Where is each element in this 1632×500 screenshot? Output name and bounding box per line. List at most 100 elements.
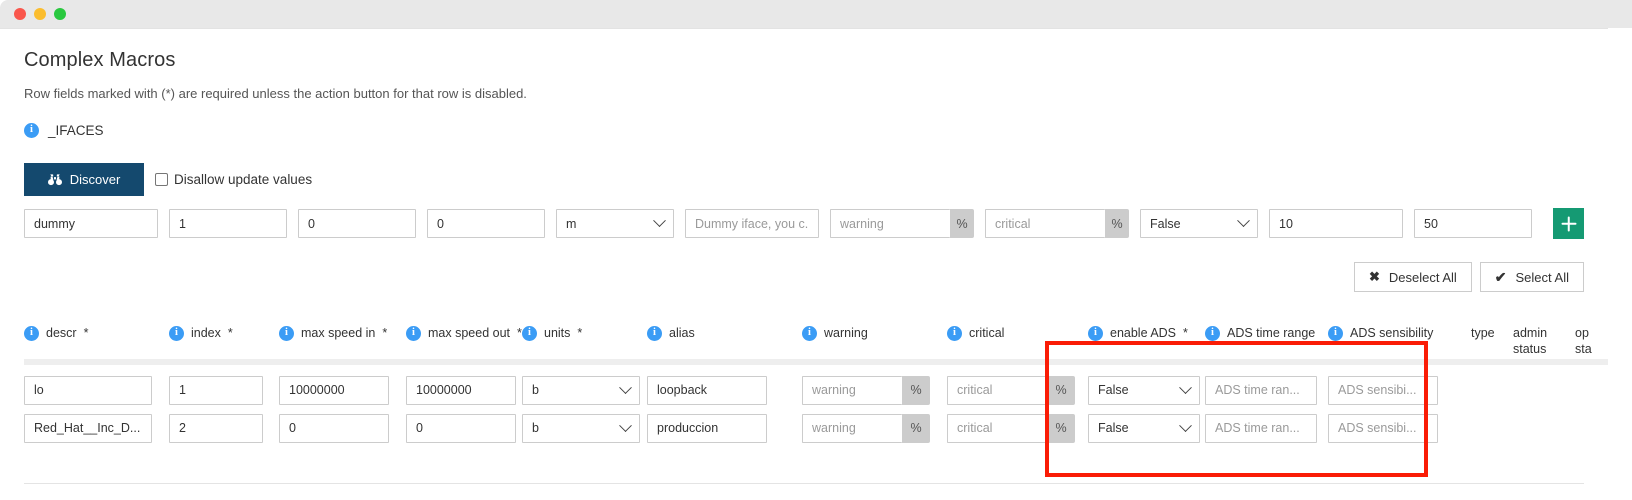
required-marker: * (227, 326, 233, 340)
column-label: type (1471, 326, 1495, 340)
row-units-select[interactable]: b (522, 413, 640, 443)
column-header-ads-sensibility: ADS sensibility (1328, 315, 1463, 341)
macro-name-row: _IFACES (24, 101, 1584, 138)
new-units-select[interactable]: m (556, 209, 674, 238)
info-icon[interactable] (647, 326, 662, 341)
row-ads-sensibility-input[interactable] (1328, 413, 1438, 443)
new-ads-sensibility-input[interactable] (1414, 209, 1532, 238)
info-icon[interactable] (522, 326, 537, 341)
chevron-down-icon (1237, 214, 1250, 228)
column-header-enable-ads: enable ADS * (1075, 315, 1205, 341)
column-header-units: units * (522, 315, 647, 341)
add-row-button[interactable] (1553, 208, 1584, 239)
info-icon[interactable] (24, 326, 39, 341)
column-label: critical (969, 326, 1005, 340)
column-header-critical: critical (947, 315, 1075, 341)
row-max-speed-out-input[interactable] (406, 413, 516, 443)
check-icon: ✔ (1494, 268, 1507, 285)
row-warning-input[interactable] (802, 413, 902, 443)
row-critical-input[interactable] (947, 413, 1047, 443)
page-subtitle: Row fields marked with (*) are required … (24, 86, 527, 101)
table-row: b % % (24, 409, 1608, 447)
row-critical-input[interactable] (947, 375, 1047, 405)
new-entry-row: m % % False (24, 208, 1584, 239)
disallow-update-values-checkbox[interactable]: Disallow update values (155, 172, 312, 187)
column-label: ADS sensibility (1350, 326, 1434, 340)
row-enable-ads-select[interactable]: False (1088, 375, 1200, 405)
select-all-label: Select All (1515, 269, 1569, 285)
new-enable-ads-select[interactable]: False (1140, 209, 1258, 238)
column-label: max speed in (301, 326, 376, 340)
info-icon[interactable] (1088, 326, 1103, 341)
row-descr-input[interactable] (24, 375, 152, 405)
new-ads-time-range-input[interactable] (1269, 209, 1403, 238)
new-alias-input[interactable] (685, 209, 819, 238)
row-warning-group: % (802, 375, 930, 405)
deselect-all-button[interactable]: ✖ Deselect All (1353, 262, 1472, 292)
column-header-alias: alias (647, 315, 802, 341)
new-warning-input[interactable] (830, 209, 951, 238)
maximize-window-button[interactable] (54, 8, 66, 20)
new-enable-ads-value: False (1150, 216, 1181, 231)
info-icon[interactable] (24, 123, 39, 138)
row-alias-input[interactable] (647, 413, 767, 443)
row-max-speed-out-input[interactable] (406, 375, 516, 405)
column-header-type: type (1463, 315, 1511, 341)
new-critical-group: % (985, 209, 1129, 238)
info-icon[interactable] (169, 326, 184, 341)
discover-toolbar: Discover Disallow update values (24, 138, 1584, 196)
row-critical-unit: % (1047, 413, 1075, 443)
row-ads-time-range-input[interactable] (1205, 375, 1317, 405)
column-header-descr: descr * (24, 315, 169, 341)
info-icon[interactable] (1328, 326, 1343, 341)
row-max-speed-in-input[interactable] (279, 375, 389, 405)
info-icon[interactable] (406, 326, 421, 341)
new-descr-input[interactable] (24, 209, 158, 238)
new-max-speed-out-input[interactable] (427, 209, 545, 238)
column-header-max-speed-in: max speed in * (279, 315, 406, 341)
row-ads-sensibility-input[interactable] (1328, 375, 1438, 405)
row-units-value: b (532, 421, 539, 435)
row-alias-input[interactable] (647, 375, 767, 405)
required-marker: * (83, 326, 89, 340)
required-marker: * (577, 326, 583, 340)
column-label: alias (669, 326, 695, 340)
deselect-all-label: Deselect All (1388, 269, 1457, 285)
new-max-speed-in-input[interactable] (298, 209, 416, 238)
new-units-value: m (566, 216, 577, 231)
close-window-button[interactable] (14, 8, 26, 20)
column-label-line1: admin (1513, 326, 1548, 340)
row-units-value: b (532, 383, 539, 397)
new-critical-unit: % (1105, 209, 1129, 238)
new-warning-unit: % (950, 209, 974, 238)
new-index-input[interactable] (169, 209, 287, 238)
row-warning-input[interactable] (802, 375, 902, 405)
column-header-index: index * (169, 315, 279, 341)
column-header-warning: warning (802, 315, 947, 341)
row-enable-ads-select[interactable]: False (1088, 413, 1200, 443)
column-label-line2: sta (1575, 342, 1592, 356)
info-icon[interactable] (279, 326, 294, 341)
row-index-input[interactable] (169, 375, 263, 405)
row-max-speed-in-input[interactable] (279, 413, 389, 443)
row-descr-input[interactable] (24, 413, 152, 443)
discover-button[interactable]: Discover (24, 163, 144, 196)
row-index-input[interactable] (169, 413, 263, 443)
row-warning-group: % (802, 413, 930, 443)
minimize-window-button[interactable] (34, 8, 46, 20)
column-label: max speed out (428, 326, 510, 340)
app-window: Complex Macros Row fields marked with (*… (0, 0, 1632, 500)
row-units-select[interactable]: b (522, 375, 640, 405)
info-icon[interactable] (947, 326, 962, 341)
column-label-line2: status (1513, 342, 1547, 356)
chevron-down-icon (1179, 380, 1192, 394)
row-warning-unit: % (902, 413, 930, 443)
new-critical-input[interactable] (985, 209, 1106, 238)
info-icon[interactable] (802, 326, 817, 341)
row-ads-time-range-input[interactable] (1205, 413, 1317, 443)
checkbox-box[interactable] (155, 173, 168, 186)
select-all-button[interactable]: ✔ Select All (1479, 262, 1584, 292)
info-icon[interactable] (1205, 326, 1220, 341)
row-critical-group: % (947, 413, 1075, 443)
window-titlebar (0, 0, 1632, 28)
